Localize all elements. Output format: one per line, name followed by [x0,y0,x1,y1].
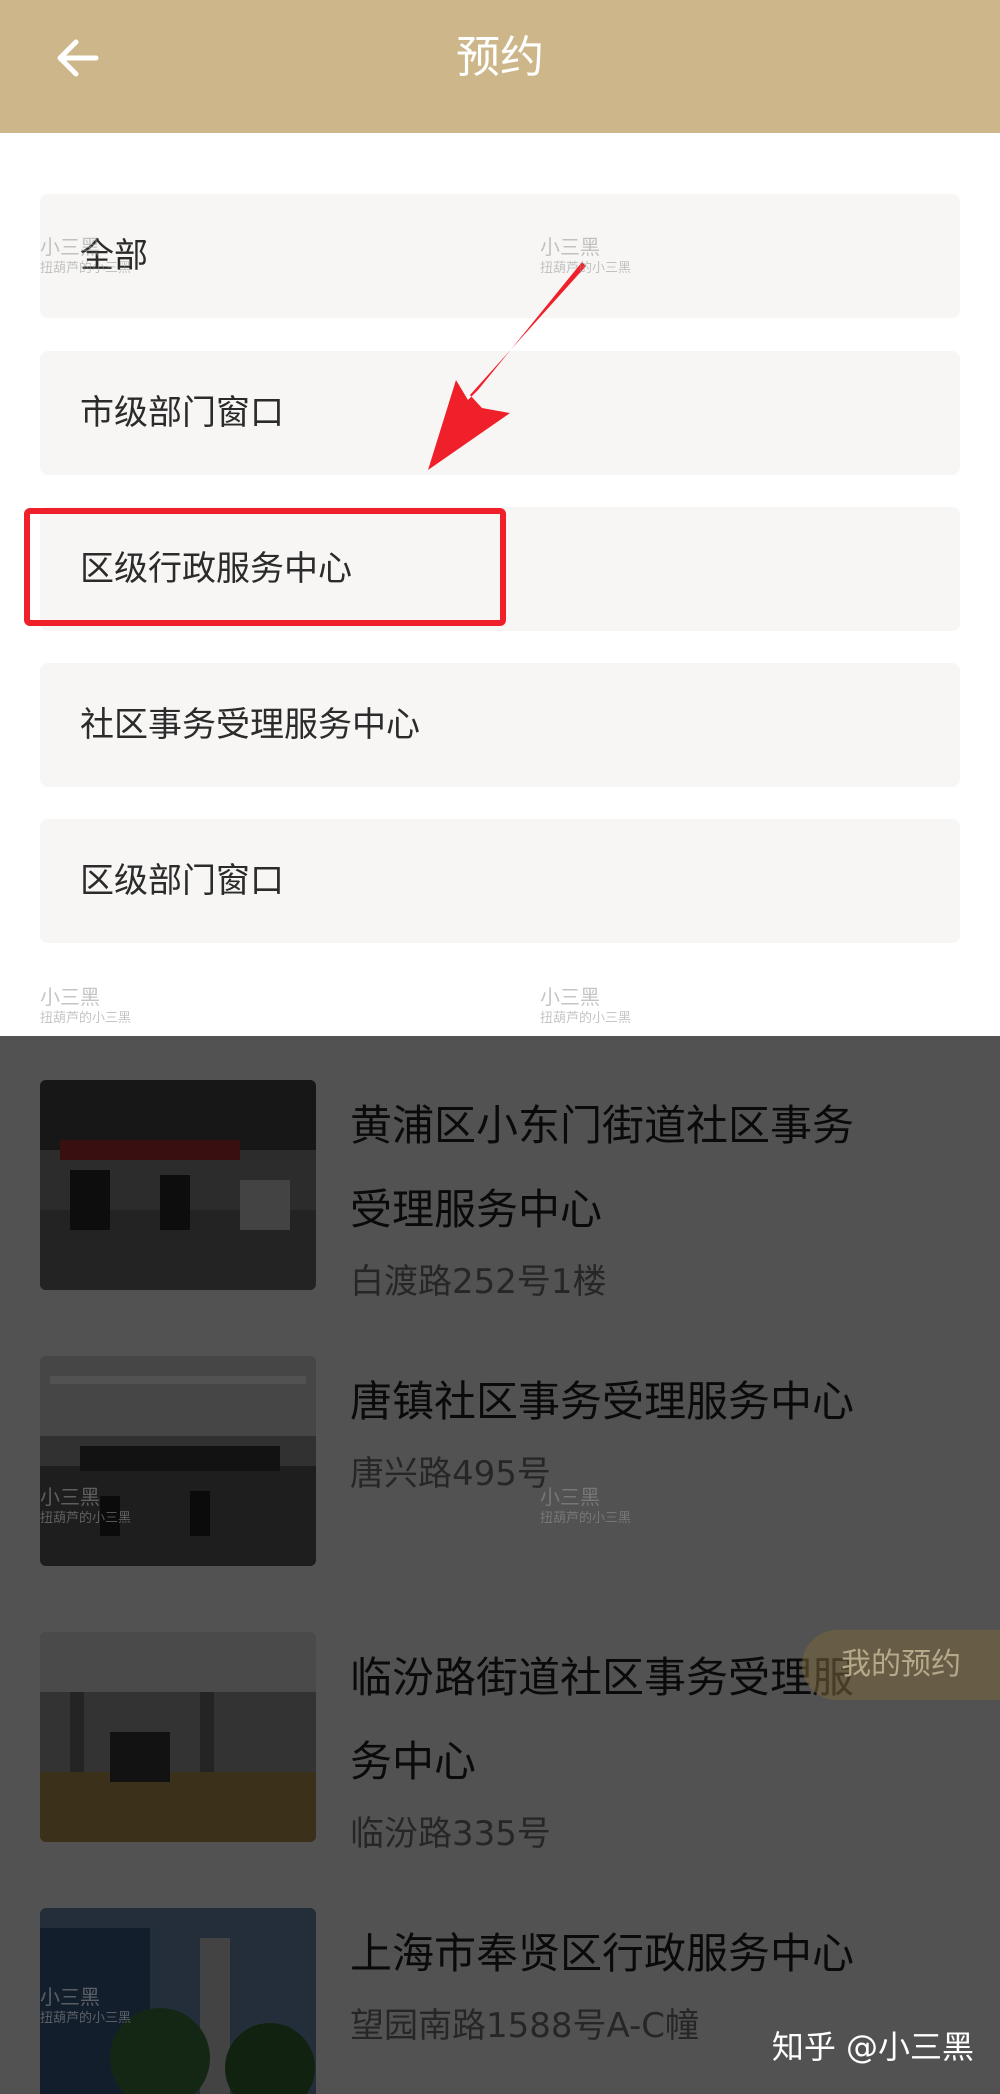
center-address: 临汾路335号 [350,1814,551,1854]
results-list: 黄浦区小东门街道社区事务 受理服务中心 白渡路252号1楼 唐镇社区事务受理服务… [0,1036,1000,2094]
center-photo [40,1356,316,1566]
center-address: 白渡路252号1楼 [350,1262,607,1302]
filter-city-departments[interactable]: 市级部门窗口 [40,351,960,475]
list-item[interactable]: 黄浦区小东门街道社区事务 受理服务中心 白渡路252号1楼 [0,1036,1000,1312]
top-bar: 预约 [0,0,1000,133]
center-photo [40,1080,316,1290]
category-list: 全部 市级部门窗口 区级行政服务中心 社区事务受理服务中心 区级部门窗口 [0,133,1000,1036]
zhihu-attribution: 知乎 @小三黑 [771,2028,974,2066]
center-photo [40,1908,316,2094]
filter-community-center[interactable]: 社区事务受理服务中心 [40,663,960,787]
center-name: 黄浦区小东门街道社区事务 受理服务中心 白渡路252号1楼 [350,1084,930,1312]
filter-all[interactable]: 全部 [40,194,960,318]
filter-district-admin-center[interactable]: 区级行政服务中心 [40,507,960,631]
center-address: 唐兴路495号 [350,1454,551,1494]
list-item[interactable]: 唐镇社区事务受理服务中心 唐兴路495号 [0,1312,1000,1588]
center-photo [40,1632,316,1842]
center-name: 唐镇社区事务受理服务中心 唐兴路495号 [350,1360,930,1504]
filter-district-departments[interactable]: 区级部门窗口 [40,819,960,943]
my-appointments-button[interactable]: 我的预约 [802,1630,1000,1700]
page-title: 预约 [456,32,544,83]
